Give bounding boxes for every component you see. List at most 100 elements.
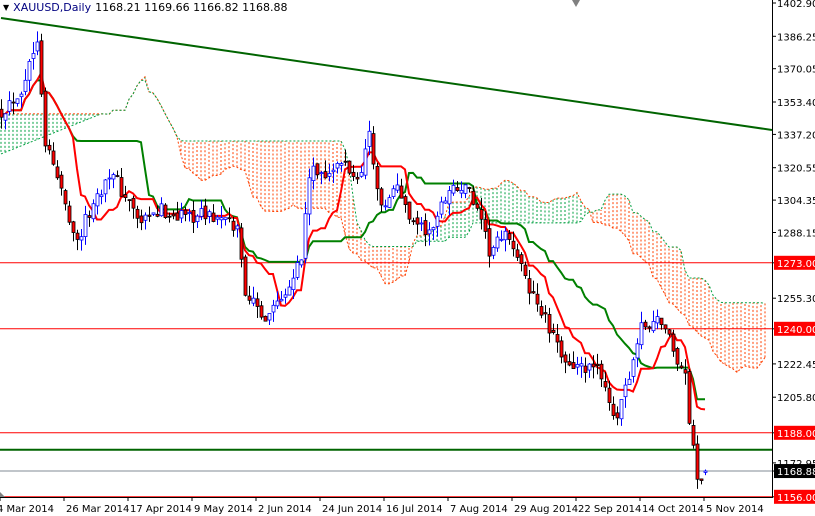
candle <box>635 338 640 368</box>
candle <box>327 163 332 182</box>
candle <box>683 359 688 385</box>
candle <box>543 305 548 323</box>
candle-body <box>475 203 480 209</box>
candle-body <box>155 213 160 217</box>
candle-body <box>479 209 484 220</box>
triangle-down-icon[interactable]: ▼ <box>3 3 9 12</box>
price-tick-label: 1337.20 <box>777 130 815 141</box>
candle-body <box>123 194 128 198</box>
candle <box>611 396 616 420</box>
candle <box>463 183 468 199</box>
candle <box>451 179 456 196</box>
candle <box>363 138 368 180</box>
candle-body <box>551 329 556 333</box>
candle-body <box>395 184 400 191</box>
candle <box>75 229 80 251</box>
candle <box>447 186 452 216</box>
candle-body <box>167 215 172 218</box>
candle <box>631 357 636 383</box>
candle <box>387 194 392 208</box>
candle <box>335 161 340 174</box>
candle-body <box>311 165 316 181</box>
candle-body <box>583 365 588 373</box>
candle-body <box>231 220 236 231</box>
price-tick-label: 1222.45 <box>777 360 815 371</box>
candle <box>131 195 136 219</box>
time-tick-label: 2 Jun 2014 <box>258 504 312 515</box>
candle-body <box>171 213 176 217</box>
candle <box>567 353 572 367</box>
candle <box>383 199 388 211</box>
candle <box>263 315 268 322</box>
candles <box>0 31 708 489</box>
candle-body <box>439 201 444 215</box>
level-price-label: 1188.00 <box>777 429 815 440</box>
price-tick-label: 1370.05 <box>777 65 815 76</box>
level-price-label: 1240.00 <box>777 325 815 336</box>
candle-body <box>555 334 560 343</box>
candle-body <box>127 199 132 202</box>
candle <box>403 194 408 213</box>
candle-body <box>271 304 276 313</box>
candle-body <box>667 329 672 335</box>
candle-body <box>135 208 140 219</box>
price-tick-label: 1304.35 <box>777 196 815 207</box>
candle <box>107 169 112 190</box>
candle-body <box>391 188 396 197</box>
candle-body <box>691 425 696 446</box>
candle-body <box>591 363 596 368</box>
time-tick-label: 9 May 2014 <box>194 504 253 515</box>
candle-body <box>571 362 576 369</box>
candle-body <box>115 175 120 177</box>
candle <box>407 201 412 224</box>
candle <box>535 283 540 312</box>
candle <box>639 311 644 350</box>
candle <box>271 299 276 322</box>
candle-body <box>211 212 216 222</box>
candle <box>575 356 580 375</box>
candle <box>99 189 104 205</box>
candle <box>671 329 676 357</box>
candle-body <box>31 53 36 59</box>
candle <box>623 378 628 408</box>
candle <box>659 317 664 330</box>
candle <box>55 160 60 180</box>
candle-body <box>91 203 96 220</box>
price-chart[interactable]: 1402.90 1386.25 1370.05 1353.40 1337.20 1320.… <box>0 0 815 516</box>
price-tick-label: 1288.15 <box>777 229 815 240</box>
ohlc-readout: 1168.21 1169.66 1166.82 1168.88 <box>95 1 288 14</box>
candle-body <box>499 238 504 241</box>
price-tick-label: 1205.80 <box>777 393 815 404</box>
candle-body <box>307 177 312 215</box>
candle <box>91 199 96 223</box>
candle-body <box>323 171 328 179</box>
candle-body <box>703 470 708 473</box>
candle <box>67 200 72 225</box>
candle-body <box>327 173 332 177</box>
candle <box>583 357 588 383</box>
candle-body <box>7 100 12 112</box>
time-tick-label: 22 Sep 2014 <box>578 504 641 515</box>
candle-body <box>103 179 108 195</box>
candle-body <box>331 169 336 173</box>
time-tick-label: 29 Aug 2014 <box>514 504 578 515</box>
candle <box>519 252 524 272</box>
symbol-label: XAUUSD,Daily <box>13 1 92 14</box>
candle-body <box>247 295 252 301</box>
candle <box>83 205 88 245</box>
candle-body <box>531 291 536 294</box>
candle <box>587 363 592 378</box>
candle <box>287 280 292 296</box>
candle-body <box>119 177 124 197</box>
candle <box>563 351 568 374</box>
candle-body <box>495 236 500 249</box>
candle <box>179 202 184 224</box>
candle <box>371 126 376 170</box>
time-tick-label: 17 Apr 2014 <box>130 504 192 515</box>
candle-body <box>671 333 676 352</box>
candle-body <box>427 229 432 235</box>
candle <box>299 259 304 268</box>
candle-body <box>435 215 440 227</box>
candle <box>547 307 552 343</box>
candle-body <box>355 176 360 180</box>
